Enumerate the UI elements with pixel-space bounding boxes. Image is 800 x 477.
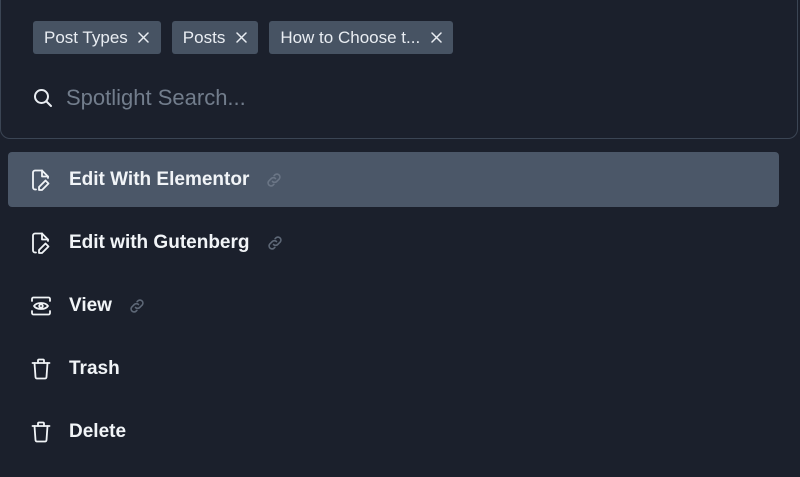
- file-edit-icon: [30, 232, 52, 254]
- close-icon[interactable]: [138, 32, 150, 44]
- link-icon[interactable]: [266, 172, 282, 188]
- menu-item-label-wrap: Edit With Elementor: [69, 169, 282, 191]
- menu-item-edit-elementor[interactable]: Edit With Elementor: [8, 152, 779, 207]
- chip-label: Post Types: [44, 27, 128, 47]
- breadcrumb-chips: Post Types Posts How to Choose t...: [33, 21, 454, 54]
- file-edit-icon: [30, 169, 52, 191]
- close-icon[interactable]: [235, 32, 247, 44]
- search-header: Post Types Posts How to Choose t...: [0, 0, 798, 139]
- menu-item-label: Trash: [69, 357, 120, 379]
- trash-icon: [30, 358, 52, 380]
- menu-item-trash[interactable]: Trash: [8, 341, 779, 396]
- menu-item-label: Delete: [69, 420, 127, 442]
- search-row: [33, 80, 773, 116]
- chip-post-title[interactable]: How to Choose t...: [269, 21, 454, 54]
- action-menu: Edit With Elementor Edit with Gutenberg …: [8, 152, 779, 467]
- menu-item-label: Edit with Gutenberg: [69, 231, 250, 253]
- eye-icon: [30, 295, 52, 317]
- menu-item-view[interactable]: View: [8, 278, 779, 333]
- chip-posts[interactable]: Posts: [171, 21, 259, 54]
- chip-label: How to Choose t...: [280, 27, 421, 47]
- link-icon[interactable]: [129, 298, 145, 314]
- menu-item-delete[interactable]: Delete: [8, 404, 779, 459]
- search-input[interactable]: [66, 81, 773, 115]
- menu-item-label: View: [69, 294, 112, 316]
- menu-item-label-wrap: View: [69, 295, 145, 317]
- menu-item-label-wrap: Edit with Gutenberg: [69, 232, 283, 254]
- close-icon[interactable]: [430, 32, 442, 44]
- menu-item-edit-gutenberg[interactable]: Edit with Gutenberg: [8, 215, 779, 270]
- trash-icon: [30, 421, 52, 443]
- search-icon: [33, 88, 53, 108]
- chip-label: Posts: [182, 27, 226, 47]
- chip-post-types[interactable]: Post Types: [33, 21, 161, 54]
- link-icon[interactable]: [267, 235, 283, 251]
- spotlight-panel: Post Types Posts How to Choose t... Spot…: [0, 0, 800, 477]
- menu-item-label: Edit With Elementor: [69, 168, 250, 190]
